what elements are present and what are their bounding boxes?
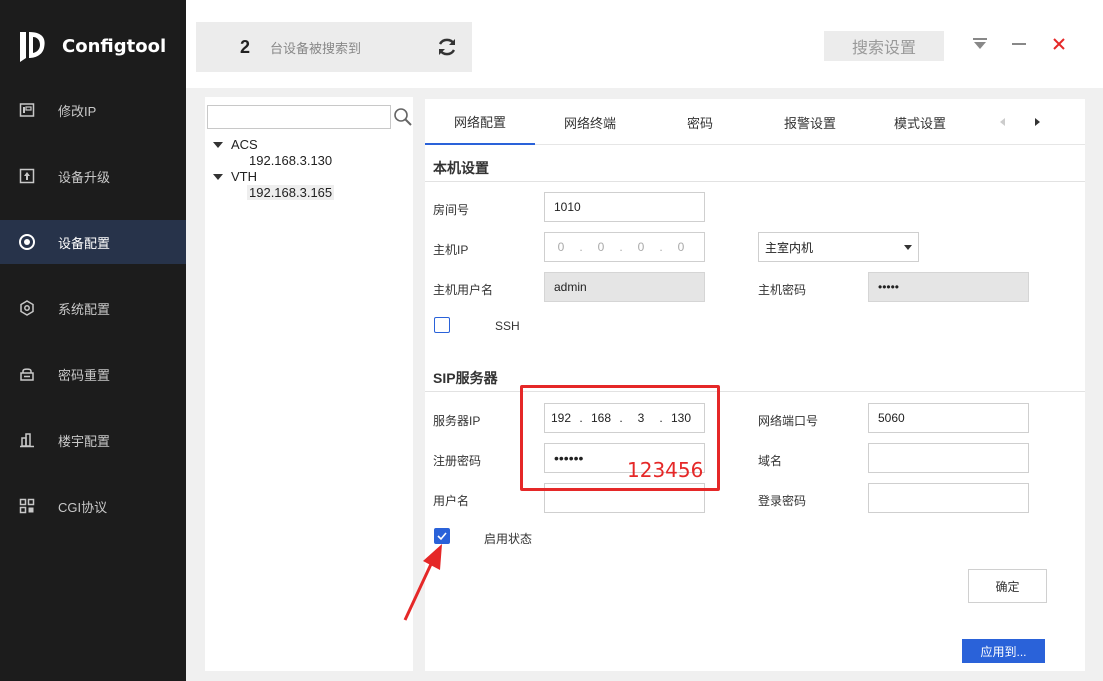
host-type-value: 主室内机 (765, 240, 814, 255)
upgrade-icon (18, 167, 36, 185)
host-type-select[interactable]: 主室内机 (758, 232, 919, 262)
system-icon (18, 299, 36, 317)
minimize-icon[interactable] (1009, 34, 1029, 54)
sidebar-item-label: 系统配置 (58, 301, 111, 317)
app-logo: Configtool (16, 26, 166, 66)
tab-scroll-right-icon[interactable] (1030, 115, 1044, 129)
device-count-text: 台设备被搜索到 (270, 40, 362, 56)
sidebar-item-label: 楼宇配置 (58, 433, 111, 449)
expand-caret-icon[interactable] (213, 173, 223, 180)
sidebar-item-label: 修改IP (58, 103, 97, 119)
tree-group-label: VTH (231, 169, 257, 184)
domain-input[interactable] (868, 443, 1029, 473)
tree-device-item-selected[interactable]: 192.168.3.165 (247, 185, 335, 200)
login-password-input[interactable] (868, 483, 1029, 513)
sidebar-item-label: 设备升级 (58, 169, 111, 185)
annotation-password-hint: 123456 (627, 458, 704, 482)
device-search-result: 2 台设备被搜索到 (196, 22, 472, 72)
tab-network-terminal[interactable]: 网络终端 (535, 99, 645, 145)
host-username-input: admin (544, 272, 705, 302)
server-ip-label: 服务器IP (433, 414, 481, 428)
expand-caret-icon[interactable] (213, 141, 223, 148)
ip-octet: 0 (677, 240, 685, 254)
top-bar: 2 台设备被搜索到 搜索设置 (186, 0, 1103, 88)
dropdown-menu-icon[interactable] (970, 34, 990, 54)
sidebar: Configtool 修改IP 设备升级 设备配置 系统配置 密码重置 楼宇配置… (0, 0, 186, 681)
ip-dot: . (579, 240, 583, 254)
sidebar-item-label: CGI协议 (58, 499, 108, 515)
tab-network-config[interactable]: 网络配置 (425, 99, 535, 145)
ip-octet: 0 (557, 240, 565, 254)
ip-dot: . (659, 240, 663, 254)
close-icon[interactable] (1049, 34, 1069, 54)
building-icon (18, 431, 36, 449)
annotation-arrow-icon (403, 544, 442, 621)
ssh-checkbox[interactable] (434, 317, 450, 333)
host-password-label: 主机密码 (758, 283, 807, 297)
sidebar-item-cgi-protocol[interactable]: CGI协议 (0, 484, 186, 528)
tree-group-acs[interactable]: ACS (213, 137, 258, 152)
enable-status-label: 启用状态 (484, 532, 533, 546)
sidebar-item-device-upgrade[interactable]: 设备升级 (0, 154, 186, 198)
sidebar-item-label: 设备配置 (58, 235, 111, 251)
device-search-input[interactable] (207, 105, 391, 129)
tab-password[interactable]: 密码 (645, 99, 755, 145)
chevron-down-icon (904, 245, 912, 250)
tab-scroll-left-icon[interactable] (996, 115, 1010, 129)
device-count: 2 (240, 36, 251, 57)
logo-icon (20, 32, 45, 62)
sidebar-item-system-config[interactable]: 系统配置 (0, 286, 186, 330)
room-number-label: 房间号 (433, 203, 470, 217)
sip-server-title: SIP服务器 (433, 370, 498, 386)
host-password-input: ••••• (868, 272, 1029, 302)
ip-dot: . (619, 240, 623, 254)
tab-bar: 网络配置 网络终端 密码 报警设置 模式设置 (425, 99, 1085, 145)
confirm-button[interactable]: 确定 (968, 569, 1047, 603)
tree-group-label: ACS (231, 137, 258, 152)
config-icon (18, 233, 36, 251)
apply-to-button[interactable]: 应用到... (962, 639, 1045, 663)
search-settings-button[interactable]: 搜索设置 (824, 31, 944, 61)
password-reset-icon (18, 365, 36, 383)
tree-group-vth[interactable]: VTH (213, 169, 257, 184)
room-number-input[interactable]: 1010 (544, 192, 705, 222)
login-password-label: 登录密码 (758, 494, 807, 508)
app-name: Configtool (62, 35, 167, 57)
sidebar-item-label: 密码重置 (58, 367, 111, 383)
register-password-label: 注册密码 (433, 454, 482, 468)
domain-label: 域名 (758, 454, 783, 468)
sidebar-item-password-reset[interactable]: 密码重置 (0, 352, 186, 396)
local-settings-title: 本机设置 (433, 160, 489, 176)
ssh-label: SSH (495, 319, 520, 333)
username-label: 用户名 (433, 494, 470, 508)
main-window: 2 台设备被搜索到 搜索设置 ACS 192.168.3.130 VTH 192… (186, 0, 1103, 681)
ip-icon (18, 101, 36, 119)
sidebar-item-device-config[interactable]: 设备配置 (0, 220, 186, 264)
host-username-label: 主机用户名 (433, 283, 494, 297)
device-tree-panel: ACS 192.168.3.130 VTH 192.168.3.165 (205, 97, 413, 671)
tab-alarm-settings[interactable]: 报警设置 (755, 99, 865, 145)
host-ip-input[interactable]: 0. 0. 0. 0 (544, 232, 705, 262)
tab-mode-settings[interactable]: 模式设置 (865, 99, 975, 145)
cgi-icon (18, 497, 36, 515)
network-port-label: 网络端口号 (758, 414, 819, 428)
sidebar-item-building-config[interactable]: 楼宇配置 (0, 418, 186, 462)
ip-octet: 0 (597, 240, 605, 254)
tree-device-item[interactable]: 192.168.3.130 (247, 153, 334, 168)
sidebar-item-modify-ip[interactable]: 修改IP (0, 88, 186, 132)
ip-octet: 0 (637, 240, 645, 254)
section-divider (425, 181, 1085, 182)
refresh-icon[interactable] (436, 36, 458, 58)
network-port-input[interactable]: 5060 (868, 403, 1029, 433)
host-ip-label: 主机IP (433, 243, 469, 257)
search-icon[interactable] (393, 107, 413, 127)
